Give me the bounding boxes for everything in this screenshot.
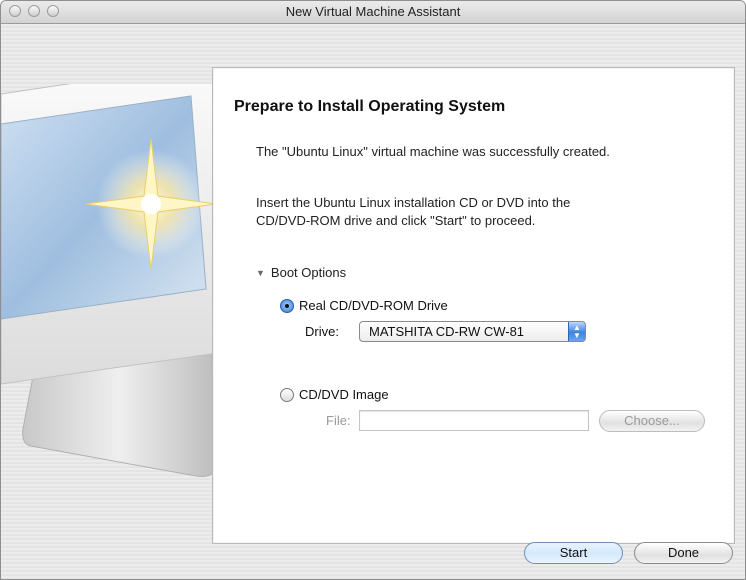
assistant-window: New Virtual Machine Assistant Prepare to…	[0, 0, 746, 580]
image-radio-option[interactable]: CD/DVD Image	[280, 387, 389, 402]
success-message: The "Ubuntu Linux" virtual machine was s…	[256, 144, 610, 159]
real-drive-label: Real CD/DVD-ROM Drive	[299, 298, 448, 313]
content-panel: Prepare to Install Operating System The …	[212, 67, 735, 544]
window-title: New Virtual Machine Assistant	[285, 4, 461, 19]
start-button[interactable]: Start	[524, 542, 623, 564]
instruction-line-2: CD/DVD-ROM drive and click "Start" to pr…	[256, 213, 536, 228]
real-drive-radio-option[interactable]: Real CD/DVD-ROM Drive	[280, 298, 448, 313]
boot-options-disclosure[interactable]: ▼ Boot Options	[256, 265, 346, 280]
drive-label: Drive:	[305, 324, 339, 339]
disclosure-triangle-icon[interactable]: ▼	[256, 268, 265, 278]
image-label: CD/DVD Image	[299, 387, 389, 402]
drive-select[interactable]: MATSHITA CD-RW CW-81 ▲ ▼	[359, 321, 586, 342]
select-arrows-icon: ▲ ▼	[568, 322, 585, 341]
page-title: Prepare to Install Operating System	[234, 98, 506, 115]
virtual-machine-illustration-icon	[1, 84, 230, 477]
file-path-field[interactable]	[359, 410, 589, 431]
file-label: File:	[326, 413, 351, 428]
choose-button[interactable]: Choose...	[599, 410, 705, 432]
image-radio[interactable]	[280, 387, 294, 402]
window-body: Prepare to Install Operating System The …	[1, 24, 745, 579]
real-drive-radio[interactable]	[280, 298, 294, 313]
instruction-line-1: Insert the Ubuntu Linux installation CD …	[256, 195, 571, 210]
title-bar[interactable]: New Virtual Machine Assistant	[1, 1, 745, 24]
done-button[interactable]: Done	[634, 542, 733, 564]
drive-select-value: MATSHITA CD-RW CW-81	[369, 324, 525, 339]
boot-options-label: Boot Options	[270, 265, 347, 280]
